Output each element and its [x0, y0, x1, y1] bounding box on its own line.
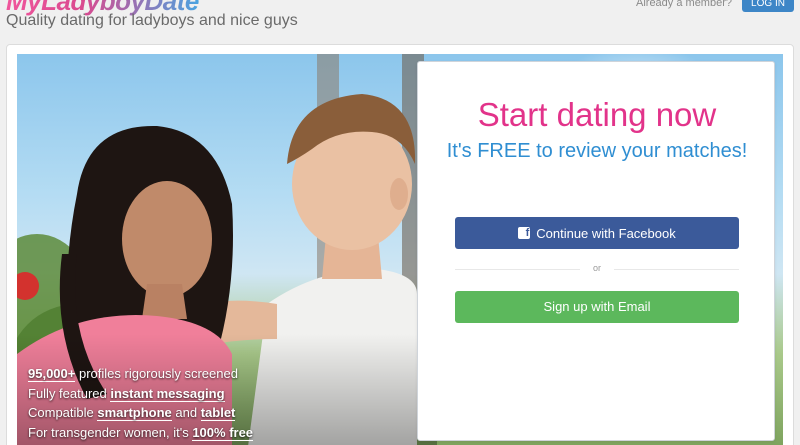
divider-text: or [592, 263, 601, 273]
facebook-button-label: Continue with Facebook [536, 225, 676, 241]
or-divider: or [455, 263, 739, 273]
feature-highlight: smartphone [97, 405, 172, 421]
facebook-signup-button[interactable]: f Continue with Facebook [455, 217, 739, 249]
feature-highlight: tablet [200, 405, 236, 421]
member-prompt: Already a member? [636, 0, 732, 9]
facebook-icon: f [518, 227, 531, 239]
divider-line-right [614, 269, 739, 270]
login-button[interactable]: LOG IN [742, 0, 794, 12]
feature-text: For transgender women, it's [28, 424, 193, 440]
feature-text: Compatible [28, 405, 98, 420]
feature-devices: Compatible smartphone and tablet [28, 403, 328, 423]
feature-highlight: 95,000+ [28, 366, 76, 382]
feature-text: and [171, 405, 201, 420]
feature-free: For transgender women, it's 100% free [28, 423, 328, 443]
feature-text: Fully featured [28, 385, 111, 401]
site-tagline: Quality dating for ladyboys and nice guy… [6, 12, 298, 29]
feature-highlight: 100% free [192, 424, 254, 441]
feature-profiles: 95,000+ profiles rigorously screened [28, 364, 328, 384]
feature-text: profiles rigorously screened [75, 366, 238, 381]
feature-messaging: Fully featured instant messaging [28, 384, 328, 404]
card-title: Start dating now [477, 96, 717, 133]
feature-list: 95,000+ profiles rigorously screened Ful… [28, 364, 328, 442]
feature-highlight: instant messaging [110, 385, 225, 402]
email-signup-button[interactable]: Sign up with Email [455, 291, 739, 323]
site-header: MyLadyboyDate Quality dating for ladyboy… [0, 0, 800, 44]
signup-card: Start dating now It's FREE to review you… [417, 61, 775, 441]
card-subtitle: It's FREE to review your matches! [446, 140, 748, 162]
